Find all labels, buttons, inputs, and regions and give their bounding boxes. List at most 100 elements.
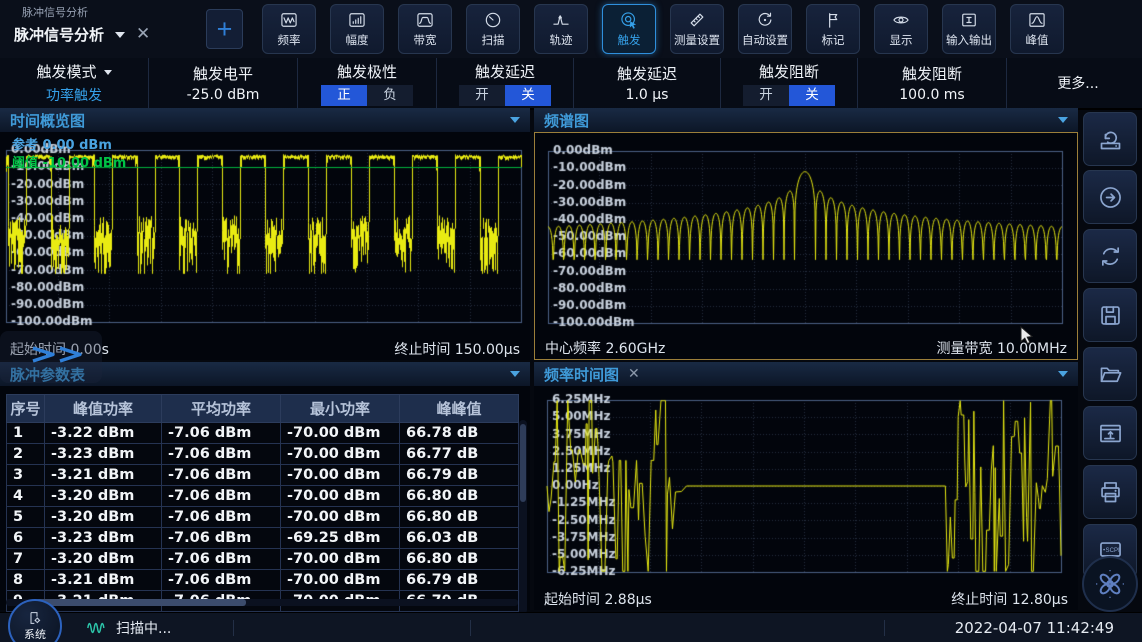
marker-flag-icon (823, 10, 843, 30)
trigger-holdoff-value: 100.0 ms (899, 87, 964, 103)
param-trigger-delay-switch: 触发延迟 开 关 (436, 58, 573, 108)
table-vertical-scrollbar[interactable] (519, 420, 527, 614)
table-row[interactable]: 6-3.23 dBm-7.06 dBm-69.25 dBm66.03 dB (7, 528, 519, 549)
plus-icon: + (217, 14, 233, 44)
trigger-icon (619, 10, 639, 30)
param-trigger-delay-value[interactable]: 触发延迟 1.0 µs (573, 58, 720, 108)
panel-freq-time: 频率时间图 ✕ 起始时间 2.88µs 终止时间 12.80µs (534, 362, 1078, 610)
collapse-caret-icon[interactable] (510, 371, 520, 382)
status-divider (470, 620, 471, 636)
threshold-level-label: 阈值 -10.00 dBm (12, 152, 126, 171)
display-eye-icon (891, 10, 911, 30)
panel-title: 频谱图 (544, 110, 589, 131)
polarity-negative-toggle[interactable]: 负 (367, 85, 413, 106)
panel-time-overview: 时间概览图 参考 0.00 dBm 阈值 -10.00 dBm 起始时间 0.0… (0, 108, 530, 360)
freq-time-close-icon[interactable]: ✕ (628, 366, 640, 382)
toolbar-button-trigger[interactable]: 触发 (602, 4, 656, 54)
expand-handle[interactable] (0, 331, 102, 383)
freq-time-plot[interactable] (543, 390, 1065, 586)
measure-bandwidth-label: 测量带宽 10.00MHz (937, 338, 1067, 358)
polarity-positive-toggle[interactable]: 正 (321, 85, 367, 106)
table-horizontal-scrollbar[interactable] (6, 599, 518, 606)
holdoff-on-toggle[interactable]: 开 (743, 85, 789, 106)
delay-on-toggle[interactable]: 开 (459, 85, 505, 106)
status-bar: 系统 扫描中... 2022-04-07 11:42:49 (0, 612, 1142, 642)
end-time-label: 终止时间 12.80µs (951, 589, 1068, 609)
tab-title: 脉冲信号分析 (14, 24, 104, 45)
panel-pulse-table: 脉冲参数表 序号 峰值功率 平均功率 最小功率 峰峰值 1-3.22 dBm-7… (0, 362, 530, 610)
reference-level-label: 参考 0.00 dBm (12, 134, 112, 153)
arrow-right-circle-icon (1097, 184, 1124, 211)
add-tab-button[interactable]: + (206, 9, 243, 49)
table-row[interactable]: 5-3.20 dBm-7.06 dBm-70.00 dBm66.80 dB (7, 507, 519, 528)
svg-text:SCPI: SCPI (1105, 547, 1119, 553)
system-gear-icon (27, 610, 43, 626)
toolbar-button-frequency[interactable]: 频率 (262, 4, 316, 54)
sweep-icon (483, 10, 503, 30)
param-trigger-holdoff-value[interactable]: 触发阻断 100.0 ms (857, 58, 1006, 108)
sidebar-button-navigation[interactable] (1082, 556, 1138, 612)
status-divider (884, 620, 885, 636)
panel-spectrum: 频谱图 中心频率 2.60GHz 测量带宽 10.00MHz (534, 108, 1078, 360)
toolbar-button-amplitude[interactable]: 幅度 (330, 4, 384, 54)
tab-close-icon[interactable]: ✕ (136, 26, 150, 43)
app-tab[interactable]: 脉冲信号分析 脉冲信号分析 ✕ (14, 4, 194, 45)
toolbar-button-sweep[interactable]: 扫描 (466, 4, 520, 54)
status-divider (233, 620, 234, 636)
pulse-table: 序号 峰值功率 平均功率 最小功率 峰峰值 1-3.22 dBm-7.06 dB… (6, 394, 519, 612)
pulse-table-body: 1-3.22 dBm-7.06 dBm-70.00 dBm66.78 dB2-3… (7, 423, 519, 612)
toolbar-button-bandwidth[interactable]: 带宽 (398, 4, 452, 54)
collapse-caret-icon[interactable] (510, 117, 520, 128)
table-row[interactable]: 2-3.23 dBm-7.06 dBm-70.00 dBm66.77 dB (7, 444, 519, 465)
spectrum-plot[interactable] (544, 137, 1066, 337)
sidebar-button-refresh[interactable] (1083, 229, 1137, 283)
toolbar-button-measure-settings[interactable]: 测量设置 (670, 4, 724, 54)
toolbar-button-peak[interactable]: 峰值 (1010, 4, 1064, 54)
open-folder-icon (1097, 361, 1124, 388)
sidebar-button-run-continue[interactable] (1083, 170, 1137, 224)
recall-preset-icon (1097, 126, 1124, 153)
param-trigger-mode[interactable]: 触发模式 功率触发 (0, 58, 148, 108)
trigger-mode-caret-icon (104, 70, 112, 79)
sidebar-button-recall[interactable] (1083, 112, 1137, 166)
sidebar-button-open-file[interactable] (1083, 347, 1137, 401)
collapse-caret-icon[interactable] (1058, 371, 1068, 382)
trigger-mode-value: 功率触发 (46, 85, 102, 105)
scanning-status: 扫描中... (86, 613, 171, 642)
rose-navigation-icon (1093, 567, 1127, 601)
refresh-icon (1097, 243, 1124, 270)
holdoff-off-toggle[interactable]: 关 (789, 85, 835, 106)
sidebar-button-screenshot[interactable] (1083, 406, 1137, 460)
sidebar-button-print[interactable] (1083, 465, 1137, 519)
table-row[interactable]: 7-3.20 dBm-7.06 dBm-70.00 dBm66.80 dB (7, 549, 519, 570)
save-icon (1097, 302, 1124, 329)
auto-settings-icon (755, 10, 775, 30)
sidebar-button-save[interactable] (1083, 288, 1137, 342)
app-window: 脉冲信号分析 脉冲信号分析 ✕ + 频率 幅度 带宽 (0, 0, 1142, 642)
toolbar-button-marker[interactable]: 标记 (806, 4, 860, 54)
start-time-label: 起始时间 2.88µs (544, 589, 652, 609)
toolbar-button-display[interactable]: 显示 (874, 4, 928, 54)
tab-caret-icon[interactable] (115, 32, 125, 43)
table-row[interactable]: 3-3.21 dBm-7.06 dBm-70.00 dBm66.79 dB (7, 465, 519, 486)
collapse-caret-icon[interactable] (1058, 117, 1068, 128)
toolbar-button-auto-settings[interactable]: 自动设置 (738, 4, 792, 54)
amplitude-icon (347, 10, 367, 30)
table-row[interactable]: 1-3.22 dBm-7.06 dBm-70.00 dBm66.78 dB (7, 423, 519, 444)
window-chart-icon (1097, 420, 1124, 447)
toolbar-button-trace[interactable]: 轨迹 (534, 4, 588, 54)
table-row[interactable]: 8-3.21 dBm-7.06 dBm-70.00 dBm66.79 dB (7, 570, 519, 591)
param-trigger-polarity: 触发极性 正 负 (297, 58, 436, 108)
more-button[interactable]: 更多... (1006, 58, 1142, 108)
panel-title: 频率时间图 (544, 364, 619, 385)
toolbar-button-input-output[interactable]: 输入输出 (942, 4, 996, 54)
trace-icon (551, 10, 571, 30)
frequency-icon (279, 10, 299, 30)
tab-subtitle: 脉冲信号分析 (22, 4, 194, 20)
delay-off-toggle[interactable]: 关 (505, 85, 551, 106)
table-row[interactable]: 4-3.20 dBm-7.06 dBm-70.00 dBm66.80 dB (7, 486, 519, 507)
input-output-icon (959, 10, 979, 30)
trigger-level-value: -25.0 dBm (187, 87, 260, 103)
param-trigger-level[interactable]: 触发电平 -25.0 dBm (148, 58, 297, 108)
peak-icon (1027, 10, 1047, 30)
